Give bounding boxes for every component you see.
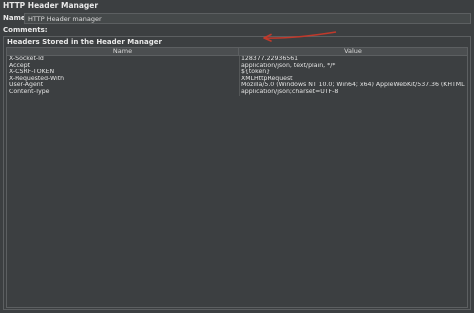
table-row[interactable]: X-Requested-With XMLHttpRequest <box>7 76 467 83</box>
header-name-cell[interactable]: X-Socket-Id <box>9 56 237 63</box>
column-header-value[interactable]: Value <box>239 48 467 55</box>
table-row[interactable]: X-CSRF-TOKEN ${token} <box>7 69 467 76</box>
table-row[interactable]: Content-Type application/json;charset=UT… <box>7 89 467 96</box>
table-row[interactable]: Accept application/json, text/plain, */* <box>7 63 467 70</box>
headers-panel: Headers Stored in the Header Manager Nam… <box>3 36 471 310</box>
name-row: Name: HTTP Header manager <box>3 13 471 25</box>
header-name-cell[interactable]: X-CSRF-TOKEN <box>9 69 237 76</box>
header-name-cell[interactable]: Content-Type <box>9 89 237 96</box>
headers-table[interactable]: Name Value X-Socket-Id 128377.22936561 A… <box>6 47 468 308</box>
header-value-cell[interactable]: application/json, text/plain, */* <box>241 63 465 70</box>
column-header-name[interactable]: Name <box>7 48 239 55</box>
name-input[interactable]: HTTP Header manager <box>24 13 471 24</box>
header-name-cell[interactable]: Accept <box>9 63 237 70</box>
header-value-cell[interactable]: XMLHttpRequest <box>241 76 465 83</box>
header-value-cell[interactable]: application/json;charset=UTF-8 <box>241 89 465 96</box>
window-title: HTTP Header Manager <box>3 1 99 10</box>
header-value-cell[interactable]: 128377.22936561 <box>241 56 465 63</box>
table-header: Name Value <box>7 48 467 56</box>
header-name-cell[interactable]: User-Agent <box>9 82 237 89</box>
headers-panel-title: Headers Stored in the Header Manager <box>7 38 162 46</box>
header-name-cell[interactable]: X-Requested-With <box>9 76 237 83</box>
table-row[interactable]: User-Agent Mozilla/5.0 (Windows NT 10.0;… <box>7 82 467 89</box>
header-value-cell[interactable]: ${token} <box>241 69 465 76</box>
table-row[interactable]: X-Socket-Id 128377.22936561 <box>7 56 467 63</box>
red-arrow-icon <box>263 31 337 42</box>
table-rows: X-Socket-Id 128377.22936561 Accept appli… <box>7 56 467 96</box>
comments-label: Comments: <box>3 26 48 34</box>
header-value-cell[interactable]: Mozilla/5.0 (Windows NT 10.0; Win64; x64… <box>241 82 465 89</box>
